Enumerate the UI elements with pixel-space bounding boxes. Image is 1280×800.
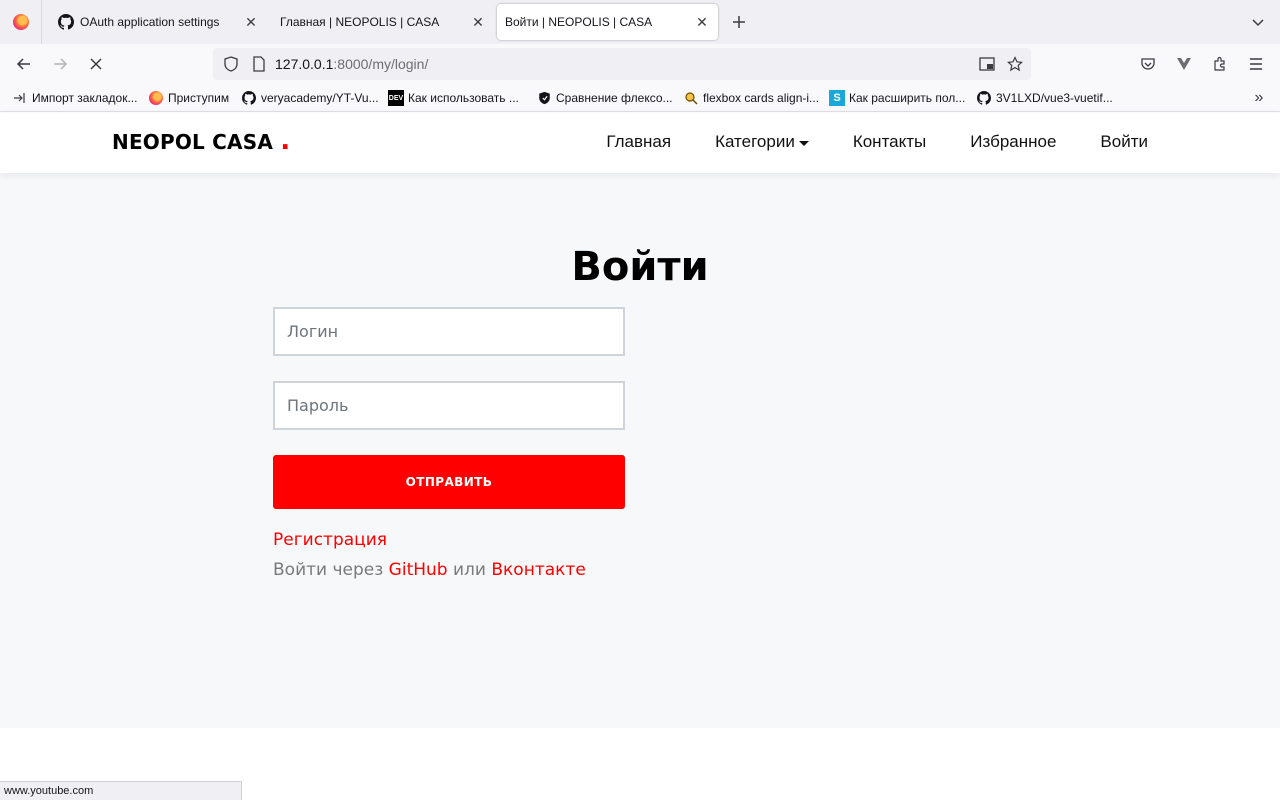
navigation-toolbar: 127.0.0.1:8000/my/login/ bbox=[0, 44, 1280, 84]
social-login-text: Войти через GitHub или Вконтакте bbox=[273, 560, 586, 580]
github-icon bbox=[58, 14, 74, 30]
firefox-view-button[interactable] bbox=[0, 0, 42, 44]
bookmark-label: veryacademy/YT-Vu... bbox=[261, 91, 379, 105]
tab-title: Главная | NEOPOLIS | CASA bbox=[280, 15, 440, 29]
bookmark-item[interactable]: DEV Как использовать ... bbox=[388, 89, 519, 107]
page-title: Войти bbox=[571, 244, 709, 290]
firefox-icon bbox=[12, 14, 29, 30]
bookmark-label: Приступим bbox=[168, 91, 230, 105]
login-section: Войти Логин Пароль ОТПРАВИТЬ Регистрация… bbox=[0, 173, 1280, 728]
puzzle-icon bbox=[1214, 56, 1225, 71]
bookmark-item[interactable]: S Как расширить пол... bbox=[829, 89, 965, 107]
nav-home[interactable]: Главная bbox=[606, 132, 671, 152]
github-login-link[interactable]: GitHub bbox=[389, 560, 448, 580]
bookmark-item[interactable]: veryacademy/YT-Vu... bbox=[241, 89, 379, 107]
tab-login[interactable]: Войти | NEOPOLIS | CASA ✕ bbox=[497, 4, 718, 40]
bookmark-item[interactable]: Сравнение флексо... bbox=[536, 89, 673, 107]
nav-favorites[interactable]: Избранное bbox=[970, 132, 1056, 152]
arrow-left-icon bbox=[16, 58, 30, 70]
stop-button[interactable] bbox=[82, 50, 110, 78]
bookmark-item[interactable]: Приступим bbox=[148, 89, 229, 107]
bookmark-item[interactable]: flexbox cards align-i... bbox=[683, 89, 819, 107]
pocket-button[interactable] bbox=[1134, 50, 1162, 78]
tab-home[interactable]: Главная | NEOPOLIS | CASA ✕ bbox=[270, 4, 494, 40]
bookmarks-toolbar: Импорт закладок... Приступим veryacademy… bbox=[0, 84, 1280, 112]
password-field[interactable]: Пароль bbox=[273, 381, 625, 430]
dev-icon: DEV bbox=[388, 90, 404, 106]
nav-login[interactable]: Войти bbox=[1100, 132, 1148, 152]
tab-oauth-settings[interactable]: OAuth application settings ✕ bbox=[46, 4, 267, 40]
shield-icon[interactable] bbox=[221, 54, 241, 74]
tab-title: OAuth application settings bbox=[80, 15, 220, 29]
import-icon bbox=[12, 90, 28, 106]
web-page: NEOPOL CASA . Главная Категории Контакты… bbox=[0, 113, 1280, 800]
status-bar: www.youtube.com bbox=[0, 781, 242, 800]
tab-strip: OAuth application settings ✕ Главная | N… bbox=[0, 0, 1280, 44]
register-link[interactable]: Регистрация bbox=[273, 530, 387, 550]
vk-login-link[interactable]: Вконтакте bbox=[491, 560, 585, 580]
close-icon[interactable]: ✕ bbox=[239, 10, 263, 34]
new-tab-button[interactable] bbox=[727, 10, 751, 34]
caret-down-icon bbox=[798, 140, 809, 146]
bookmark-star-icon[interactable] bbox=[1005, 54, 1025, 74]
site-logo[interactable]: NEOPOL CASA . bbox=[112, 128, 290, 154]
chevron-down-icon bbox=[1252, 19, 1264, 27]
site-header: NEOPOL CASA . Главная Категории Контакты… bbox=[0, 113, 1280, 173]
tab-title: Войти | NEOPOLIS | CASA bbox=[505, 15, 653, 29]
close-icon bbox=[90, 58, 102, 70]
url-text[interactable]: 127.0.0.1:8000/my/login/ bbox=[275, 56, 428, 72]
arrow-right-icon bbox=[54, 58, 68, 70]
url-host: 127.0.0.1 bbox=[275, 56, 334, 72]
url-path: :8000/my/login/ bbox=[333, 56, 429, 72]
close-icon[interactable]: ✕ bbox=[466, 10, 490, 34]
bookmark-label: Как расширить пол... bbox=[849, 91, 966, 105]
vue-devtools-button[interactable] bbox=[1170, 50, 1198, 78]
url-bar[interactable]: 127.0.0.1:8000/my/login/ bbox=[213, 48, 1031, 80]
bookmark-label: Импорт закладок... bbox=[32, 91, 138, 105]
app-menu-button[interactable] bbox=[1242, 50, 1270, 78]
bookmark-item[interactable]: 3V1LXD/vue3-vuetif... bbox=[976, 89, 1113, 107]
bookmark-item[interactable]: Импорт закладок... bbox=[12, 89, 137, 107]
social-prefix: Войти через bbox=[273, 560, 384, 580]
search-icon bbox=[683, 90, 699, 106]
nav-contacts[interactable]: Контакты bbox=[853, 132, 926, 152]
nav-categories[interactable]: Категории bbox=[715, 132, 809, 152]
main-nav: Главная Категории Контакты Избранное Вой… bbox=[562, 132, 1148, 152]
bookmark-label: Сравнение флексо... bbox=[556, 91, 673, 105]
bookmark-label: 3V1LXD/vue3-vuetif... bbox=[996, 91, 1113, 105]
submit-button[interactable]: ОТПРАВИТЬ bbox=[273, 455, 625, 509]
back-button[interactable] bbox=[10, 50, 38, 78]
pocket-icon bbox=[1141, 58, 1155, 70]
page-info-icon[interactable] bbox=[249, 54, 269, 74]
shield-icon bbox=[536, 90, 552, 106]
vue-icon bbox=[1177, 58, 1191, 70]
bookmark-label: flexbox cards align-i... bbox=[703, 91, 820, 105]
logo-dot: . bbox=[280, 126, 291, 156]
username-field[interactable]: Логин bbox=[273, 307, 625, 356]
more-bookmarks-icon[interactable]: » bbox=[1250, 89, 1268, 107]
plus-icon bbox=[733, 16, 745, 28]
github-icon bbox=[241, 90, 257, 106]
firefox-icon bbox=[148, 90, 164, 106]
hamburger-icon bbox=[1250, 58, 1262, 70]
extensions-button[interactable] bbox=[1206, 50, 1234, 78]
picture-in-picture-icon[interactable] bbox=[977, 54, 997, 74]
s-icon: S bbox=[829, 90, 845, 106]
list-all-tabs-button[interactable] bbox=[1246, 10, 1270, 34]
github-icon bbox=[976, 90, 992, 106]
bookmark-label: Как использовать ... bbox=[408, 91, 519, 105]
forward-button[interactable] bbox=[46, 50, 74, 78]
social-or: или bbox=[453, 560, 486, 580]
close-icon[interactable]: ✕ bbox=[690, 10, 714, 34]
logo-text: NEOPOL CASA bbox=[112, 130, 274, 154]
nav-categories-label: Категории bbox=[715, 132, 795, 151]
